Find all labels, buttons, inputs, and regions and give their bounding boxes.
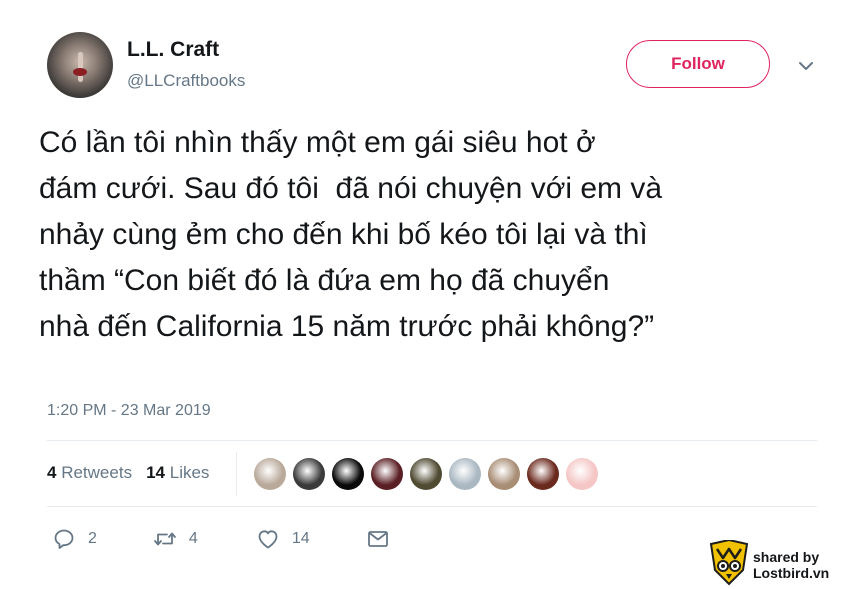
direct-message-button[interactable] [366,527,402,551]
liker-avatar[interactable] [449,458,481,490]
tweet-timestamp[interactable]: 1:20 PM - 23 Mar 2019 [47,402,211,420]
retweets-stat[interactable]: 4 Retweets [47,463,132,483]
envelope-icon [367,531,388,547]
liker-avatar[interactable] [371,458,403,490]
likes-label: Likes [169,463,210,482]
author-avatar[interactable] [47,32,113,98]
retweet-icon [154,532,176,546]
liker-avatar[interactable] [332,458,364,490]
avatar-lips-shape [73,68,87,76]
follow-button[interactable]: Follow [626,40,770,88]
heart-icon [258,530,278,549]
stats-divider [236,452,237,496]
tweet-actions: 2 4 14 [52,527,402,551]
liker-avatar[interactable] [527,458,559,490]
liker-avatars [254,458,598,490]
watermark-line2: Lostbird.vn [753,565,830,581]
reply-icon [54,529,74,549]
liker-avatar[interactable] [488,458,520,490]
liker-avatar[interactable] [293,458,325,490]
retweets-label: Retweets [61,463,133,482]
engagement-stats: 4 Retweets 14 Likes [47,463,209,483]
retweet-count: 4 [188,530,198,547]
reply-count: 2 [88,530,97,547]
avatar-finger-shape [78,52,83,82]
divider-top [47,440,817,441]
likes-count: 14 [146,463,165,482]
lostbird-logo [709,540,749,586]
retweet-button[interactable]: 4 [153,527,198,551]
retweets-count: 4 [47,463,57,482]
likes-stat[interactable]: 14 Likes [146,463,209,483]
like-button[interactable]: 14 [256,527,310,551]
watermark-line1: shared by [753,549,820,565]
liker-avatar[interactable] [410,458,442,490]
watermark-text: shared by Lostbird.vn [753,549,829,581]
liker-avatar[interactable] [566,458,598,490]
author-handle[interactable]: @LLCraftbooks [127,71,245,91]
reply-button[interactable]: 2 [52,527,97,551]
liker-avatar[interactable] [254,458,286,490]
tweet-text: Có lần tôi nhìn thấy một em gái siêu hot… [39,126,663,343]
like-count: 14 [291,530,310,547]
chevron-down-icon[interactable] [796,56,816,76]
divider-bottom [47,506,817,507]
author-name[interactable]: L.L. Craft [127,38,219,62]
